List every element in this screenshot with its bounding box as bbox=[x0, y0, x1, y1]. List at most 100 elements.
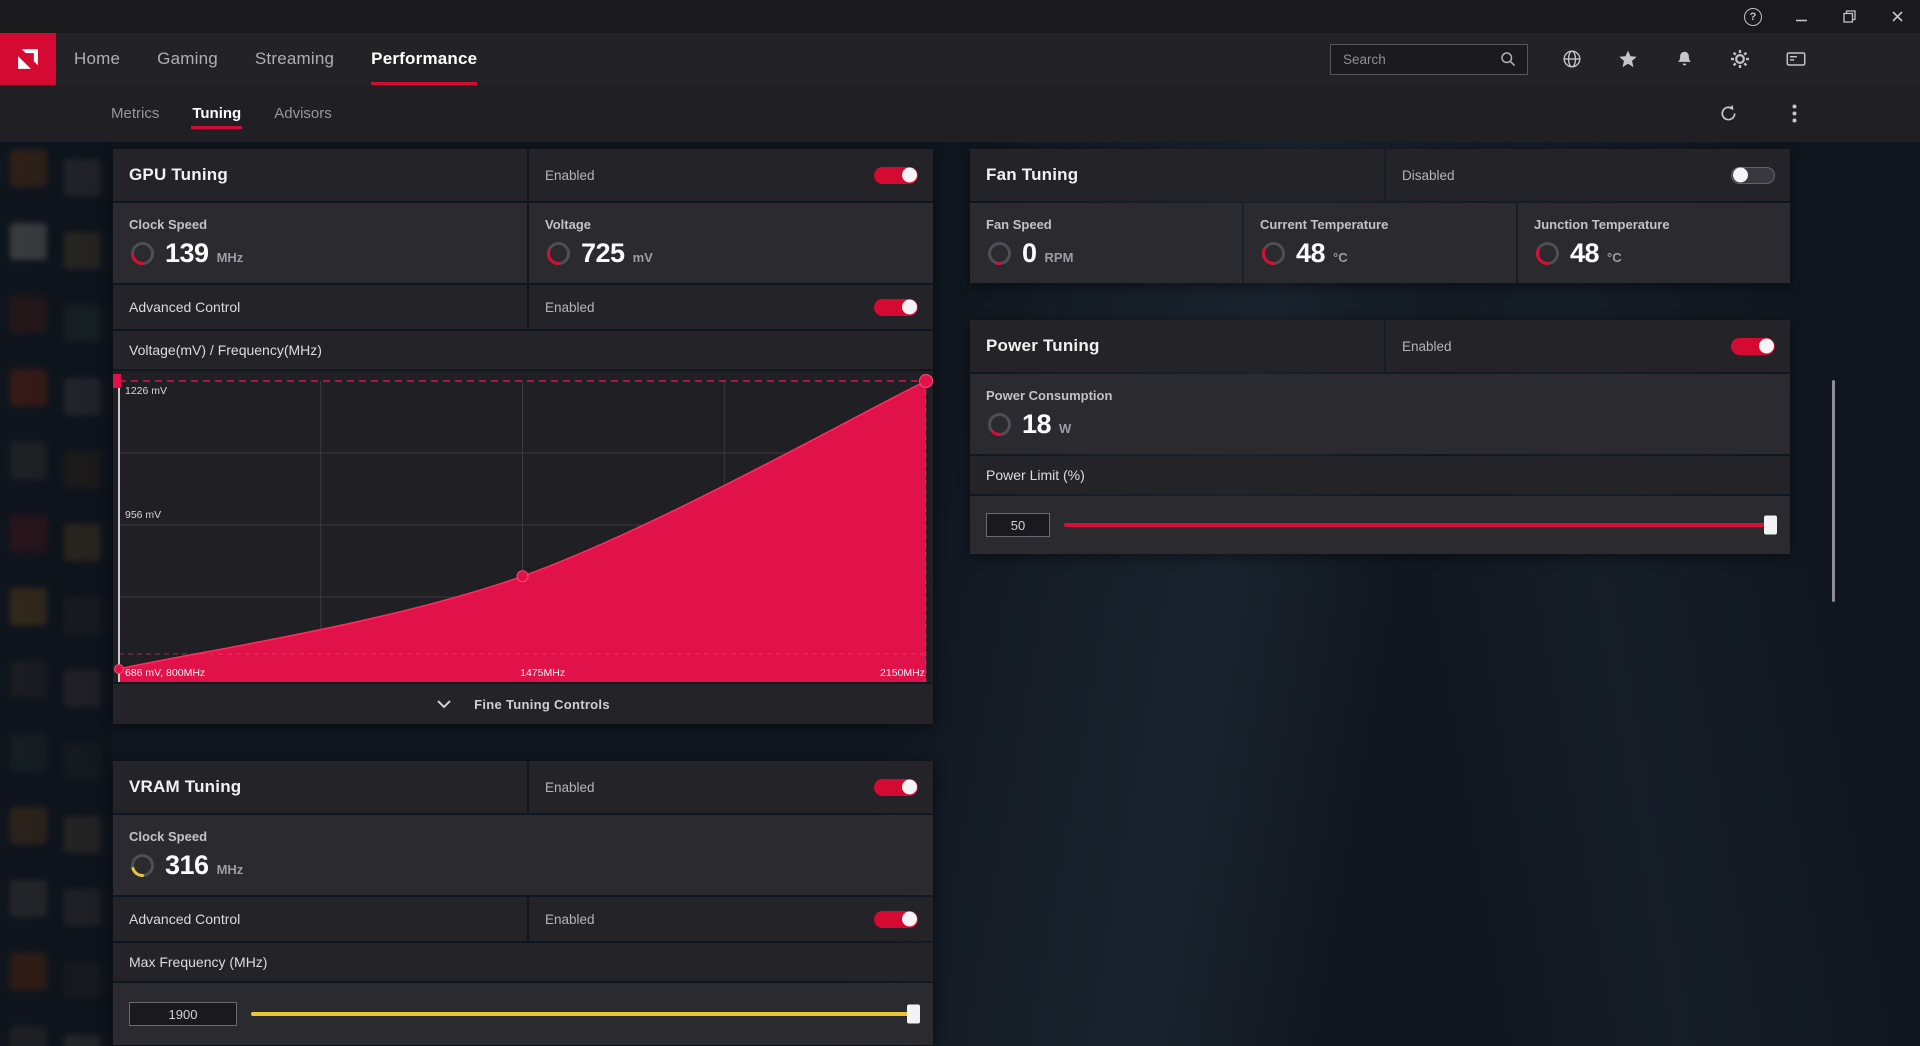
nav-performance[interactable]: Performance bbox=[371, 33, 477, 85]
vram-tuning-state-label: Enabled bbox=[545, 780, 595, 795]
reset-icon bbox=[1719, 104, 1738, 123]
tuning-content: GPU Tuning Enabled Clock Speed 139 MHz V… bbox=[113, 149, 1790, 1045]
help-button[interactable]: ? bbox=[1744, 8, 1762, 26]
reset-button[interactable] bbox=[1716, 102, 1740, 126]
right-column: Fan Tuning Disabled Fan Speed 0 RPM Curr… bbox=[970, 149, 1790, 1045]
gauge-icon bbox=[129, 852, 156, 879]
fan-tuning-panel: Fan Tuning Disabled Fan Speed 0 RPM Curr… bbox=[970, 149, 1790, 283]
x-axis-label-mid: 1475MHz bbox=[520, 667, 565, 679]
max-frequency-slider[interactable] bbox=[251, 1012, 917, 1016]
search-input[interactable] bbox=[1341, 51, 1499, 68]
amd-arrow-icon bbox=[13, 45, 43, 73]
kebab-menu-icon bbox=[1792, 104, 1797, 123]
globe-icon bbox=[1561, 48, 1583, 70]
toggle-knob bbox=[902, 780, 917, 795]
tab-tuning[interactable]: Tuning bbox=[192, 85, 241, 142]
search-box[interactable] bbox=[1330, 44, 1528, 75]
fan-tuning-toggle[interactable] bbox=[1731, 167, 1775, 184]
gauge-icon bbox=[1260, 240, 1287, 267]
game-list-overlay bbox=[0, 142, 112, 1046]
gpu-advanced-state-label: Enabled bbox=[545, 300, 595, 315]
curve-chart-svg[interactable] bbox=[113, 371, 933, 682]
help-icon: ? bbox=[1744, 8, 1762, 26]
settings-button[interactable] bbox=[1728, 47, 1752, 71]
amd-logo[interactable] bbox=[0, 33, 56, 85]
fan-tuning-state-label: Disabled bbox=[1402, 168, 1455, 183]
vram-advanced-control-toggle[interactable] bbox=[874, 911, 918, 928]
gauge-icon bbox=[545, 240, 572, 267]
main-navbar: Home Gaming Streaming Performance bbox=[0, 33, 1920, 85]
navbar-right-cluster bbox=[1330, 44, 1920, 75]
junction-temperature-metric: Junction Temperature 48 °C bbox=[1518, 203, 1790, 283]
globe-button[interactable] bbox=[1560, 47, 1584, 71]
gpu-voltage-metric: Voltage 725 mV bbox=[529, 203, 933, 283]
gpu-tuning-title: GPU Tuning bbox=[129, 165, 228, 185]
power-limit-value-input[interactable]: 50 bbox=[986, 513, 1050, 537]
performance-subnav: Metrics Tuning Advisors bbox=[0, 85, 1920, 142]
gpu-clock-speed-metric: Clock Speed 139 MHz bbox=[113, 203, 527, 283]
max-frequency-value-input[interactable]: 1900 bbox=[129, 1002, 237, 1026]
curve-control-point bbox=[517, 571, 528, 582]
vram-tuning-toggle[interactable] bbox=[874, 779, 918, 796]
power-tuning-panel: Power Tuning Enabled Power Consumption 1… bbox=[970, 320, 1790, 554]
tab-advisors[interactable]: Advisors bbox=[274, 85, 332, 142]
nav-home[interactable]: Home bbox=[74, 33, 120, 85]
close-icon bbox=[1891, 10, 1904, 23]
voltage-frequency-curve-chart[interactable]: 1226 mV 956 mV 686 mV, 800MHz 1475MHz 21… bbox=[113, 371, 933, 682]
power-tuning-toggle[interactable] bbox=[1731, 338, 1775, 355]
y-axis-label-mid: 956 mV bbox=[125, 509, 161, 521]
close-button[interactable] bbox=[1888, 8, 1906, 26]
toggle-knob bbox=[1759, 339, 1774, 354]
toggle-knob bbox=[902, 168, 917, 183]
nav-gaming[interactable]: Gaming bbox=[157, 33, 218, 85]
curve-control-point bbox=[115, 665, 124, 674]
minimize-icon bbox=[1795, 10, 1808, 23]
gpu-tuning-panel: GPU Tuning Enabled Clock Speed 139 MHz V… bbox=[113, 149, 933, 724]
gear-icon bbox=[1729, 48, 1751, 70]
power-tuning-state-label: Enabled bbox=[1402, 339, 1452, 354]
slider-handle[interactable] bbox=[907, 1005, 920, 1024]
gauge-icon bbox=[986, 240, 1013, 267]
max-frequency-slider-row: 1900 bbox=[113, 983, 933, 1045]
curve-control-point bbox=[920, 375, 933, 388]
more-options-button[interactable] bbox=[1782, 102, 1806, 126]
fine-tuning-controls-expander[interactable]: Fine Tuning Controls bbox=[113, 684, 933, 724]
bell-icon bbox=[1674, 49, 1695, 70]
gauge-icon bbox=[129, 240, 156, 267]
gpu-tuning-state-label: Enabled bbox=[545, 168, 595, 183]
search-icon[interactable] bbox=[1499, 50, 1517, 68]
nav-streaming[interactable]: Streaming bbox=[255, 33, 334, 85]
voltage-frequency-chart-header: Voltage(mV) / Frequency(MHz) bbox=[113, 331, 933, 369]
power-consumption-metric: Power Consumption 18 W bbox=[970, 374, 1790, 454]
power-limit-label: Power Limit (%) bbox=[970, 456, 1790, 494]
scrollbar-thumb[interactable] bbox=[1832, 380, 1835, 602]
y-axis-label-max: 1226 mV bbox=[125, 385, 167, 397]
max-frequency-label: Max Frequency (MHz) bbox=[113, 943, 933, 981]
x-axis-label-min: 686 mV, 800MHz bbox=[125, 667, 205, 679]
vram-tuning-title: VRAM Tuning bbox=[129, 777, 241, 797]
notifications-button[interactable] bbox=[1672, 47, 1696, 71]
slider-handle[interactable] bbox=[1764, 516, 1777, 535]
current-temperature-metric: Current Temperature 48 °C bbox=[1244, 203, 1516, 283]
fan-speed-metric: Fan Speed 0 RPM bbox=[970, 203, 1242, 283]
restore-icon bbox=[1843, 10, 1856, 23]
restore-button[interactable] bbox=[1840, 8, 1858, 26]
tab-metrics[interactable]: Metrics bbox=[111, 85, 159, 142]
device-card-icon bbox=[1785, 48, 1807, 70]
gpu-advanced-control-label: Advanced Control bbox=[129, 299, 240, 315]
toggle-knob bbox=[902, 912, 917, 927]
device-button[interactable] bbox=[1784, 47, 1808, 71]
power-limit-slider[interactable] bbox=[1064, 523, 1774, 527]
vram-clock-speed-metric: Clock Speed 316 MHz bbox=[113, 815, 933, 895]
subnav-right-cluster bbox=[1716, 102, 1920, 126]
chevron-down-icon bbox=[436, 699, 452, 709]
favorites-button[interactable] bbox=[1616, 47, 1640, 71]
gauge-icon bbox=[986, 411, 1013, 438]
minimize-button[interactable] bbox=[1792, 8, 1810, 26]
vram-advanced-control-label: Advanced Control bbox=[129, 911, 240, 927]
gauge-icon bbox=[1534, 240, 1561, 267]
star-icon bbox=[1617, 48, 1639, 70]
vram-tuning-panel: VRAM Tuning Enabled Clock Speed 316 MHz bbox=[113, 761, 933, 1045]
gpu-tuning-toggle[interactable] bbox=[874, 167, 918, 184]
gpu-advanced-control-toggle[interactable] bbox=[874, 299, 918, 316]
